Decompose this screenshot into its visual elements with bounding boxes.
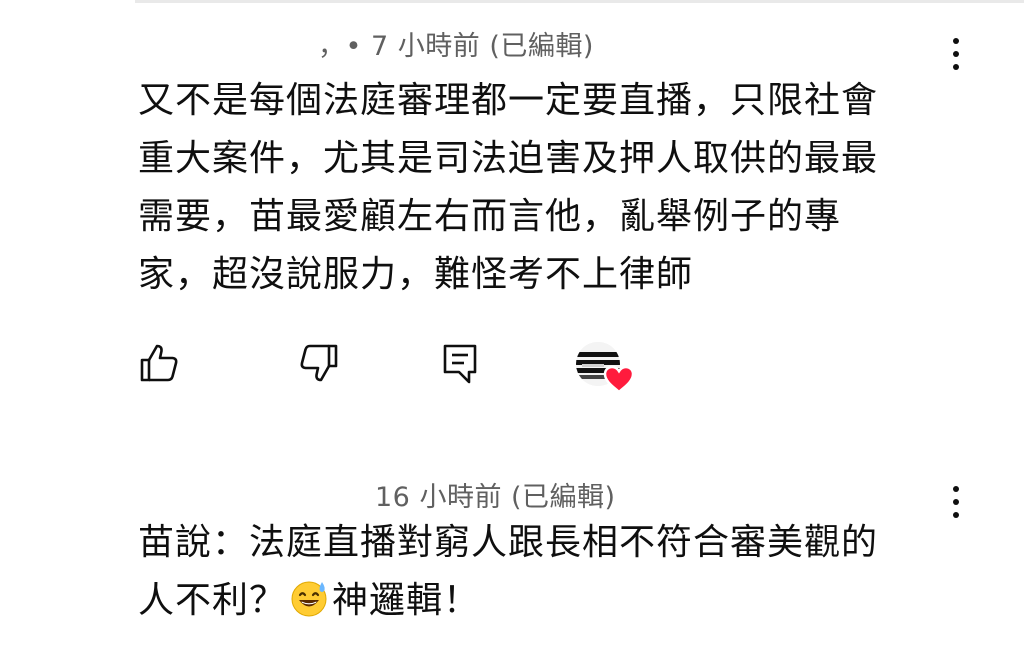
comment-text-line: 需要，苗最愛顧左右而言他，亂舉例子的專 bbox=[138, 196, 842, 237]
comment-text: 苗說：法庭直播對窮人跟長相不符合審美觀的 人不利？ 神邏輯！ bbox=[138, 514, 938, 630]
dislike-button[interactable] bbox=[296, 340, 342, 386]
comment-text-segment: 神邏輯！ bbox=[332, 580, 481, 621]
comment-text-line: 人不利？ 神邏輯！ bbox=[138, 572, 938, 630]
comment-text-line: 家，超沒說服力，難怪考不上律師 bbox=[138, 254, 694, 295]
comment-text-line: 苗說：法庭直播對窮人跟長相不符合審美觀的 bbox=[138, 522, 879, 563]
comment-item: 16 小時前 (已編輯) 苗說：法庭直播對窮人跟長相不符合審美觀的 人不利？ 神… bbox=[0, 440, 1024, 647]
comment-item: ，• 7 小時前 (已編輯) 又不是每個法庭審理都一定要直播，只限社會 重大案件… bbox=[0, 0, 1024, 440]
reply-button[interactable] bbox=[437, 340, 483, 386]
comment-timestamp: ，• 7 小時前 (已編輯) bbox=[318, 31, 594, 62]
reply-comment-icon bbox=[443, 344, 477, 384]
comment-text-line: 又不是每個法庭審理都一定要直播，只限社會 bbox=[138, 80, 879, 121]
thumbs-down-icon bbox=[300, 344, 338, 382]
more-vert-icon[interactable] bbox=[941, 480, 971, 524]
thumbs-up-icon bbox=[140, 344, 178, 382]
creator-heart-icon bbox=[603, 365, 635, 394]
comment-actions bbox=[0, 340, 1024, 394]
comments-screen: ，• 7 小時前 (已編輯) 又不是每個法庭審理都一定要直播，只限社會 重大案件… bbox=[0, 0, 1024, 647]
comment-timestamp: 16 小時前 (已編輯) bbox=[375, 482, 616, 513]
comment-text-segment: 人不利？ bbox=[138, 580, 287, 621]
comment-text-line: 重大案件，尤其是司法迫害及押人取供的最最 bbox=[138, 138, 879, 179]
more-vert-icon[interactable] bbox=[941, 32, 971, 76]
grinning-sweat-emoji bbox=[291, 581, 327, 617]
creator-heart[interactable] bbox=[576, 342, 638, 394]
like-button[interactable] bbox=[136, 340, 182, 386]
comment-text: 又不是每個法庭審理都一定要直播，只限社會 重大案件，尤其是司法迫害及押人取供的最… bbox=[138, 72, 938, 304]
